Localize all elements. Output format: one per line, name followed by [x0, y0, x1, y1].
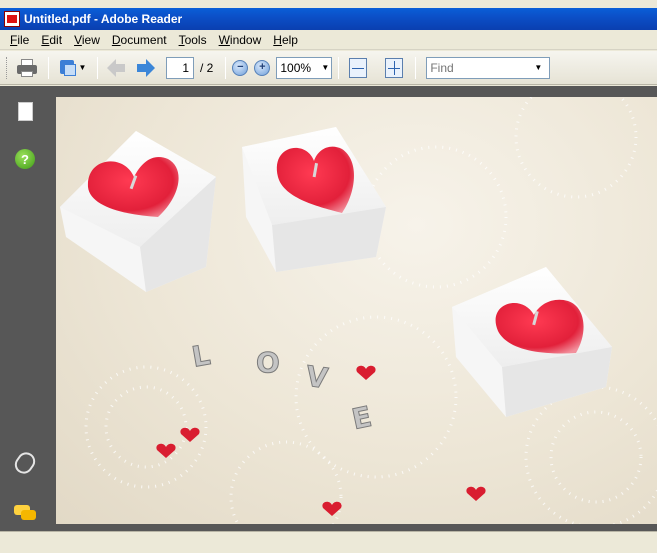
- love-candles-image: L O V E: [60, 97, 657, 524]
- toolbar-separator: [48, 56, 49, 79]
- find-box[interactable]: ▼: [426, 56, 551, 79]
- love-letters: L O V E: [189, 338, 375, 437]
- menu-help[interactable]: Help: [267, 33, 304, 47]
- svg-text:V: V: [304, 359, 330, 395]
- menu-bar: File Edit View Document Tools Window Hel…: [0, 30, 657, 50]
- document-area[interactable]: L O V E: [56, 86, 657, 531]
- previous-page-icon: [107, 58, 127, 77]
- attachment-icon: [11, 448, 39, 478]
- share-dropdown-arrow-icon[interactable]: ▼: [79, 63, 87, 72]
- pages-button[interactable]: [12, 98, 38, 124]
- find-dropdown-arrow-icon[interactable]: ▼: [531, 63, 545, 72]
- menu-document[interactable]: Document: [106, 33, 173, 47]
- svg-text:E: E: [349, 400, 375, 436]
- toolbar-separator: [338, 56, 340, 79]
- page-number-input[interactable]: 1: [166, 56, 194, 79]
- previous-page-button[interactable]: [104, 55, 130, 81]
- menu-view[interactable]: View: [68, 33, 106, 47]
- comments-icon: [14, 505, 36, 521]
- find-input[interactable]: [427, 58, 532, 77]
- toolbar-separator: [225, 56, 227, 79]
- zoom-in-icon[interactable]: +: [254, 59, 271, 76]
- menu-window[interactable]: Window: [213, 33, 268, 47]
- fit-page-button[interactable]: [381, 55, 407, 81]
- status-bar: [0, 531, 657, 553]
- toolbar-separator: [97, 56, 98, 79]
- printer-icon: [17, 58, 37, 77]
- pdf-app-icon: [4, 11, 20, 27]
- help-button[interactable]: ?: [12, 146, 38, 172]
- zoom-out-icon[interactable]: −: [232, 59, 249, 76]
- toolbar: ▼ 1 / 2 − + 100% ▼ ▼: [0, 51, 657, 85]
- comments-button[interactable]: [12, 500, 38, 526]
- fit-page-icon: [385, 57, 404, 78]
- document-photo: L O V E: [56, 97, 657, 524]
- zoom-dropdown-arrow-icon[interactable]: ▼: [319, 63, 331, 72]
- zoom-value: 100%: [280, 60, 312, 75]
- svg-text:O: O: [256, 346, 280, 379]
- menu-file[interactable]: File: [4, 33, 35, 47]
- svg-text:L: L: [189, 338, 212, 374]
- heart-candle: [452, 267, 612, 417]
- zoom-select[interactable]: 100% ▼: [276, 56, 333, 79]
- pages-icon: [13, 101, 33, 124]
- heart-candle: [60, 131, 216, 292]
- toolbar-grip[interactable]: [6, 56, 10, 79]
- fit-width-icon: [349, 57, 368, 78]
- next-page-button[interactable]: [132, 55, 158, 81]
- adobe-reader-window: Untitled.pdf - Adobe Reader File Edit Vi…: [0, 0, 657, 553]
- attachments-button[interactable]: [11, 448, 39, 478]
- toolbar-separator: [415, 56, 417, 79]
- share-icon: [58, 58, 78, 78]
- navigation-pane: ?: [0, 86, 56, 531]
- next-page-icon: [135, 58, 155, 77]
- help-icon: ?: [15, 149, 35, 169]
- page-total-label: / 2: [200, 60, 214, 75]
- share-button[interactable]: ▼: [55, 55, 89, 81]
- heart-candle: [242, 127, 386, 272]
- fit-width-button[interactable]: [345, 55, 371, 81]
- title-bar[interactable]: Untitled.pdf - Adobe Reader: [0, 8, 657, 30]
- print-button[interactable]: [14, 55, 40, 81]
- window-title: Untitled.pdf - Adobe Reader: [24, 12, 183, 26]
- menu-tools[interactable]: Tools: [173, 33, 213, 47]
- menu-edit[interactable]: Edit: [35, 33, 68, 47]
